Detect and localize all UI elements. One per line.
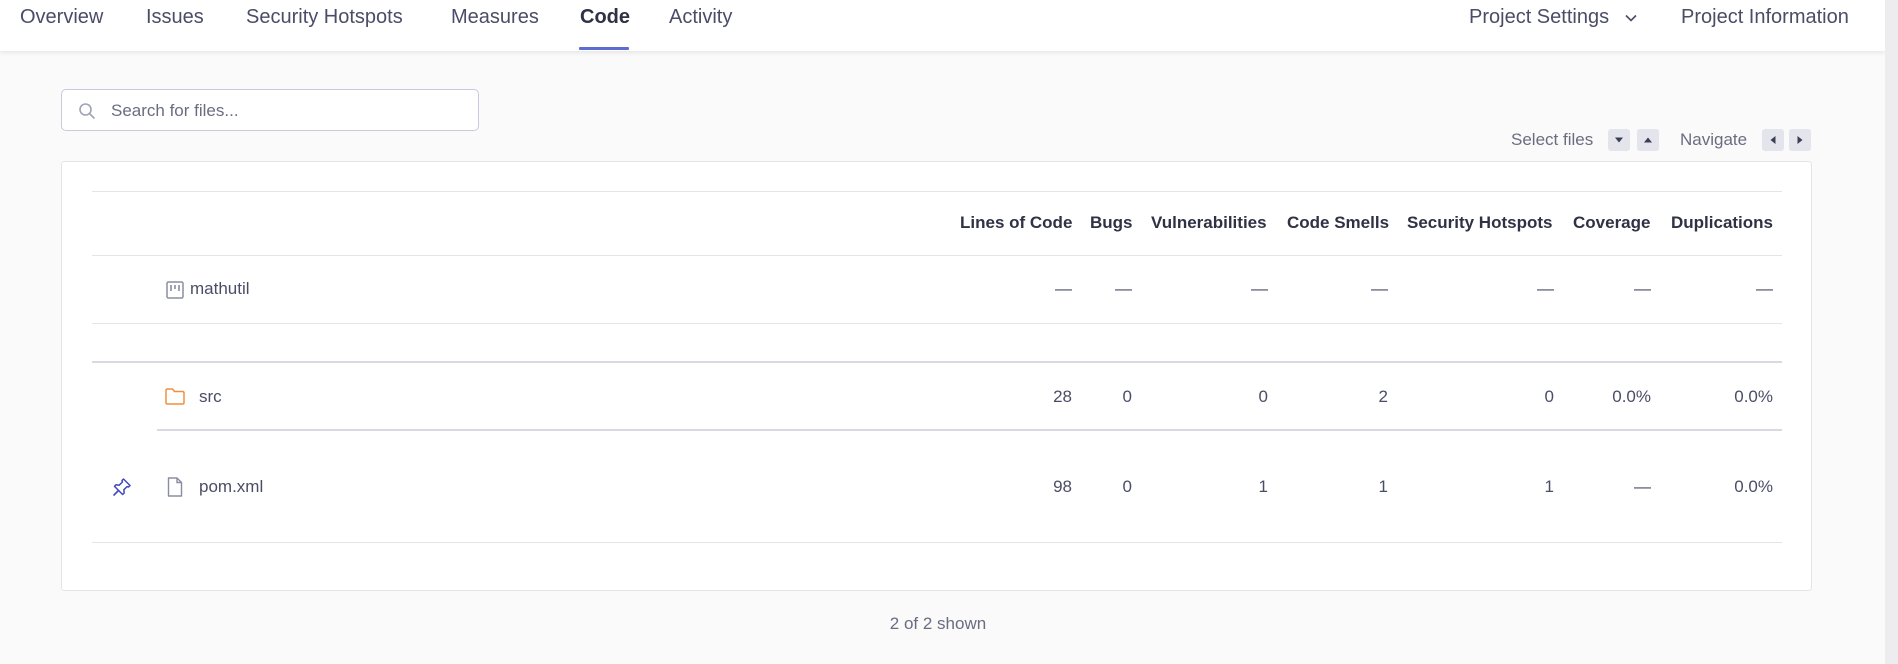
src-duplications: 0.0% [1734, 387, 1773, 406]
table-top-divider [92, 191, 1782, 192]
column-header-vulnerabilities: Vulnerabilities [1151, 213, 1267, 232]
top-navigation: Overview Issues Security Hotspots Measur… [0, 0, 1885, 51]
column-header-bugs: Bugs [1090, 213, 1133, 232]
pom-security-hotspots: 1 [1544, 477, 1554, 496]
table-bottom-divider [92, 542, 1782, 543]
root-duplications: — [1756, 279, 1773, 298]
tab-issues[interactable]: Issues [146, 6, 204, 29]
root-component-name[interactable]: mathutil [190, 279, 250, 299]
caret-left-icon [1770, 136, 1776, 144]
select-down-button[interactable] [1608, 129, 1630, 151]
column-header-duplications: Duplications [1671, 213, 1774, 232]
tab-security-hotspots[interactable]: Security Hotspots [246, 6, 403, 29]
select-up-button[interactable] [1637, 129, 1659, 151]
pom-code-smells: 1 [1378, 477, 1388, 496]
root-vulnerabilities: — [1251, 279, 1268, 298]
tab-overview[interactable]: Overview [20, 6, 103, 29]
file-search[interactable] [61, 89, 479, 131]
file-icon [167, 477, 183, 497]
section-divider [92, 361, 1782, 363]
src-code-smells: 2 [1378, 387, 1388, 406]
navigate-back-button[interactable] [1762, 129, 1784, 151]
tab-measures[interactable]: Measures [451, 6, 539, 29]
column-header-code-smells: Code Smells [1287, 213, 1390, 232]
column-header-lines-of-code: Lines of Code [960, 213, 1073, 232]
chevron-down-icon [1625, 14, 1637, 22]
project-information-link[interactable]: Project Information [1681, 6, 1849, 29]
src-vulnerabilities: 0 [1258, 387, 1268, 406]
caret-right-icon [1797, 136, 1803, 144]
navigate-forward-button[interactable] [1789, 129, 1811, 151]
root-row-divider [92, 323, 1782, 324]
pom-vulnerabilities: 1 [1258, 477, 1268, 496]
navigate-hint: Navigate [1680, 130, 1748, 149]
src-lines-of-code: 28 [1053, 387, 1072, 406]
root-lines-of-code: — [1055, 279, 1072, 298]
tab-code[interactable]: Code [580, 6, 630, 29]
pom-lines-of-code: 98 [1053, 477, 1072, 496]
root-bugs: — [1115, 279, 1132, 298]
project-icon [166, 281, 184, 299]
project-settings-label: Project Settings [1469, 6, 1610, 28]
root-coverage: — [1634, 279, 1651, 298]
pom-bugs: 0 [1122, 477, 1132, 496]
root-security-hotspots: — [1537, 279, 1554, 298]
project-settings-menu[interactable]: Project Settings [1469, 6, 1637, 29]
caret-down-icon [1615, 137, 1623, 143]
src-bugs: 0 [1122, 387, 1132, 406]
search-icon [79, 103, 95, 119]
file-name-src[interactable]: src [199, 387, 222, 407]
header-divider [92, 255, 1782, 256]
root-code-smells: — [1371, 279, 1388, 298]
caret-up-icon [1644, 137, 1652, 143]
search-input[interactable] [109, 94, 463, 128]
pin-icon[interactable] [112, 477, 132, 497]
shown-count: 2 of 2 shown [889, 614, 987, 633]
pom-duplications: 0.0% [1734, 477, 1773, 496]
column-header-security-hotspots: Security Hotspots [1407, 213, 1553, 232]
tab-activity[interactable]: Activity [669, 6, 732, 29]
folder-icon [165, 388, 185, 405]
pom-coverage: — [1634, 477, 1651, 496]
scrollbar-track[interactable] [1885, 0, 1898, 664]
src-security-hotspots: 0 [1544, 387, 1554, 406]
column-header-coverage: Coverage [1573, 213, 1651, 232]
row-divider [157, 429, 1782, 431]
active-tab-indicator [579, 47, 629, 50]
file-name-pom-xml[interactable]: pom.xml [199, 477, 263, 497]
src-coverage: 0.0% [1612, 387, 1651, 406]
select-files-hint: Select files [1511, 130, 1594, 149]
